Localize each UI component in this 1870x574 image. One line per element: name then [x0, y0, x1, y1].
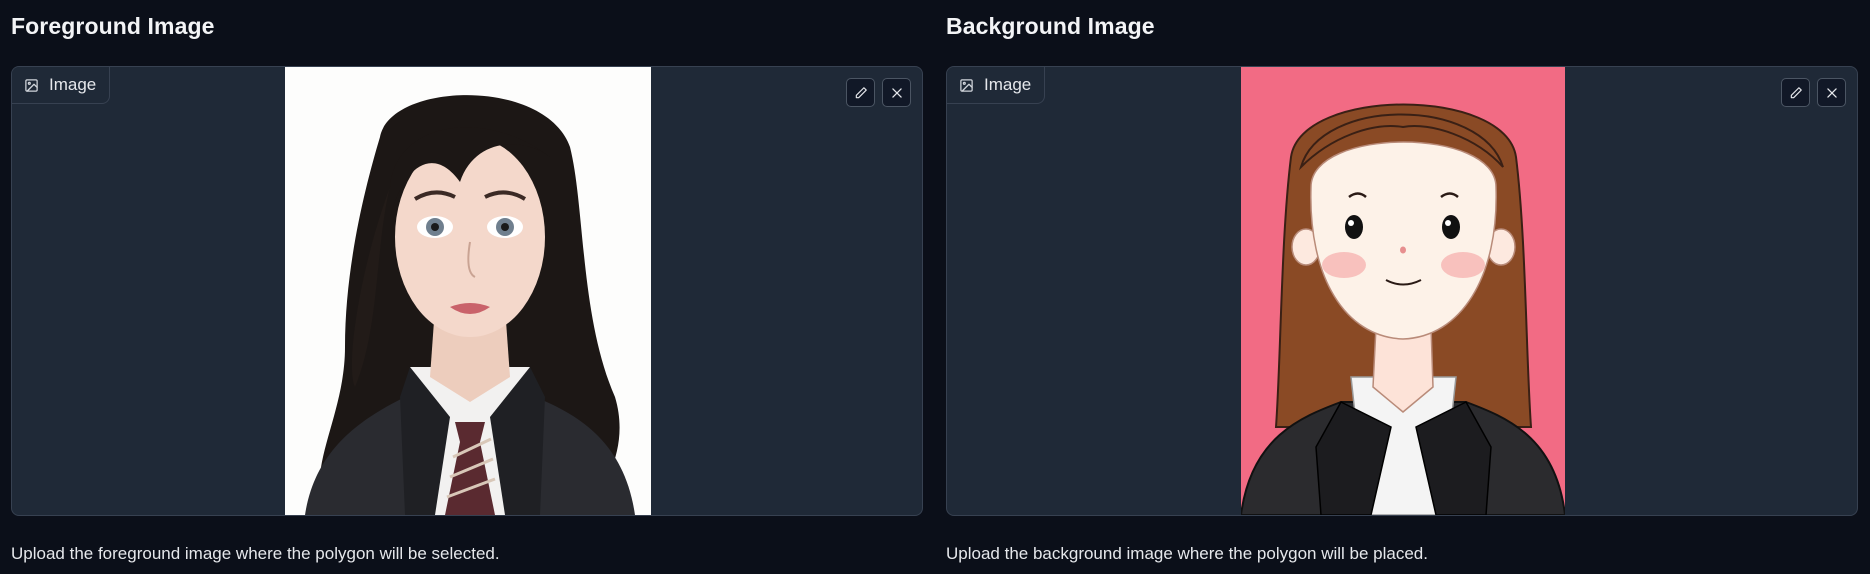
foreground-label-text: Image — [49, 75, 97, 94]
pencil-icon — [854, 86, 868, 100]
background-clear-button[interactable] — [1817, 78, 1846, 107]
pencil-icon — [1789, 86, 1803, 100]
foreground-clear-button[interactable] — [882, 78, 911, 107]
close-icon — [890, 86, 904, 100]
image-compositor-page: Foreground Image Image Upload the foregr… — [0, 0, 1870, 574]
background-caption: Upload the background image where the po… — [946, 544, 1428, 563]
foreground-portrait-image — [285, 67, 651, 515]
background-image-upload[interactable]: Image — [946, 66, 1858, 516]
foreground-image-label: Image — [12, 67, 111, 104]
foreground-edit-button[interactable] — [846, 78, 875, 107]
foreground-title: Foreground Image — [11, 13, 215, 39]
close-icon — [1825, 86, 1839, 100]
background-title: Background Image — [946, 13, 1155, 39]
foreground-caption: Upload the foreground image where the po… — [11, 544, 500, 563]
image-icon — [24, 78, 39, 93]
background-toolbar — [1781, 78, 1846, 107]
image-icon — [959, 78, 974, 93]
foreground-toolbar — [846, 78, 911, 107]
background-cartoon-image — [1241, 67, 1565, 515]
background-label-text: Image — [984, 75, 1032, 94]
background-edit-button[interactable] — [1781, 78, 1810, 107]
foreground-image-upload[interactable]: Image — [11, 66, 923, 516]
background-image-label: Image — [947, 67, 1046, 104]
